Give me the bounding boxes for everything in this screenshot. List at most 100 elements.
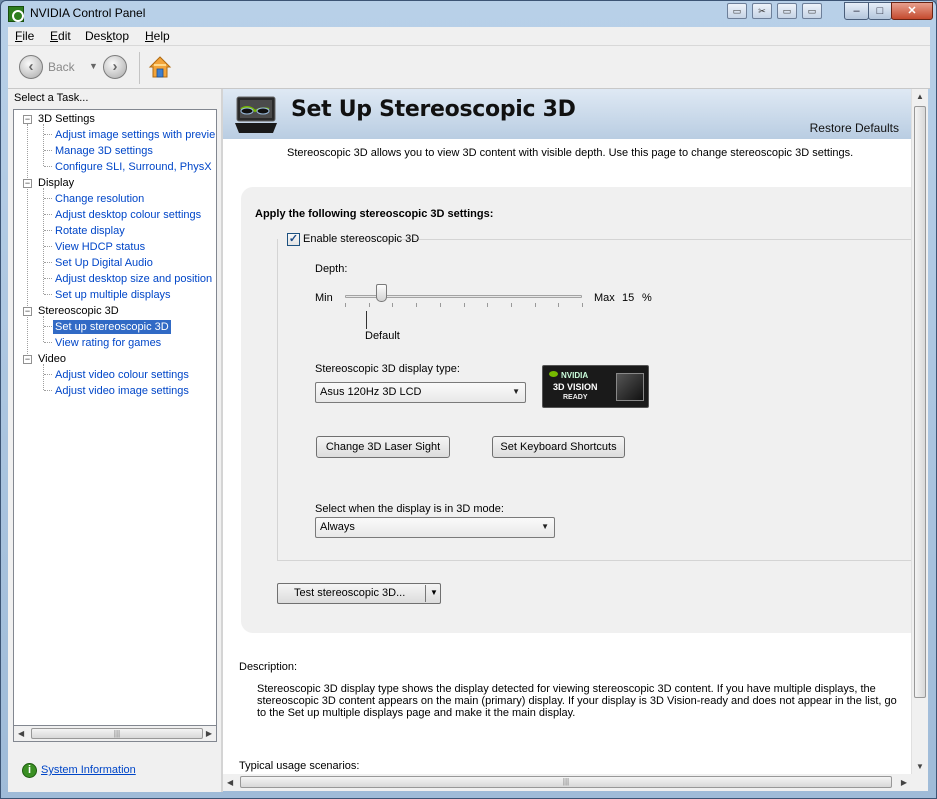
menu-file[interactable]: File [15, 29, 34, 43]
3d-mode-dropdown[interactable]: Always ▼ [315, 517, 555, 538]
vision-brand: NVIDIA [561, 371, 589, 380]
test-stereoscopic-split-button[interactable]: Test stereoscopic 3D... ▼ [277, 583, 441, 604]
3d-glasses-icon [235, 96, 277, 133]
collapse-icon[interactable]: − [23, 307, 32, 316]
task-rotate-display[interactable]: Rotate display [55, 224, 125, 238]
slider-tick [369, 303, 370, 307]
back-button-label[interactable]: Back [48, 60, 75, 74]
home-icon[interactable] [148, 55, 172, 79]
tree-connector [44, 390, 52, 391]
scroll-right-icon[interactable]: ▶ [901, 778, 907, 787]
tree-connector [44, 342, 52, 343]
settings-panel: Apply the following stereoscopic 3D sett… [241, 187, 911, 633]
tree-connector [44, 166, 52, 167]
task-adjust-image-settings[interactable]: Adjust image settings with previe [55, 128, 215, 142]
description-heading: Description: [239, 661, 298, 673]
content-horizontal-scrollbar[interactable]: ◀ ||| ▶ [223, 774, 911, 791]
task-tree: − 3D Settings Adjust image settings with… [13, 109, 217, 736]
taskbar-mini-icon[interactable]: ▭ [777, 3, 797, 19]
page-header: Set Up Stereoscopic 3D Restore Defaults [223, 89, 911, 139]
minimize-button[interactable]: – [844, 2, 869, 20]
task-video-image[interactable]: Adjust video image settings [55, 384, 189, 398]
tree-horizontal-scrollbar[interactable]: ◀ ||| ▶ [13, 725, 217, 742]
tree-connector [27, 124, 28, 360]
slider-tick [511, 303, 512, 307]
collapse-icon[interactable]: − [23, 355, 32, 364]
task-setup-stereoscopic-selected[interactable]: Set up stereoscopic 3D [53, 320, 171, 334]
window-title: NVIDIA Control Panel [30, 6, 146, 20]
taskbar-mini-icon[interactable]: ✂ [752, 3, 772, 19]
task-configure-sli[interactable]: Configure SLI, Surround, PhysX [55, 160, 212, 174]
depth-slider-thumb[interactable] [376, 284, 387, 302]
task-video-colour[interactable]: Adjust video colour settings [55, 368, 189, 382]
slider-tick [416, 303, 417, 307]
content-vertical-scrollbar[interactable]: ▲ ▼ [911, 89, 928, 774]
system-information-link[interactable]: System Information [41, 764, 136, 776]
collapse-icon[interactable]: − [23, 115, 32, 124]
back-history-dropdown[interactable]: ▼ [89, 61, 98, 71]
menu-help[interactable]: Help [145, 29, 170, 43]
task-manage-3d-settings[interactable]: Manage 3D settings [55, 144, 153, 158]
scroll-left-icon[interactable]: ◀ [227, 778, 233, 787]
task-adjust-desktop-colour[interactable]: Adjust desktop colour settings [55, 208, 201, 222]
tree-category-video[interactable]: Video [38, 352, 66, 366]
tree-connector [44, 326, 52, 327]
tree-category-3d-settings[interactable]: 3D Settings [38, 112, 95, 126]
close-button[interactable]: ✕ [891, 2, 933, 20]
change-laser-sight-button[interactable]: Change 3D Laser Sight [316, 436, 450, 458]
system-information-icon [22, 763, 37, 778]
task-digital-audio[interactable]: Set Up Digital Audio [55, 256, 153, 270]
dropdown-arrow-icon[interactable]: ▼ [430, 588, 438, 597]
settings-group-frame-top [381, 239, 911, 240]
maximize-button[interactable]: □ [868, 2, 892, 20]
slider-tick [582, 303, 583, 307]
scroll-left-icon[interactable]: ◀ [18, 729, 24, 738]
tree-category-display[interactable]: Display [38, 176, 74, 190]
task-view-rating[interactable]: View rating for games [55, 336, 161, 350]
task-multiple-displays[interactable]: Set up multiple displays [55, 288, 171, 302]
3d-mode-label: Select when the display is in 3D mode: [315, 503, 504, 515]
depth-default-label: Default [365, 330, 400, 342]
scrollbar-thumb[interactable] [914, 106, 926, 698]
scroll-up-icon[interactable]: ▲ [916, 92, 924, 101]
tree-connector [44, 294, 52, 295]
vision-status: READY [563, 394, 588, 401]
scroll-down-icon[interactable]: ▼ [916, 762, 924, 771]
menu-bar: File Edit Desktop Help [8, 27, 930, 46]
back-arrow-icon[interactable]: ‹ [19, 55, 43, 79]
slider-tick [535, 303, 536, 307]
menu-desktop[interactable]: Desktop [85, 29, 129, 43]
collapse-icon[interactable]: − [23, 179, 32, 188]
slider-tick [440, 303, 441, 307]
set-keyboard-shortcuts-button[interactable]: Set Keyboard Shortcuts [492, 436, 625, 458]
enable-stereoscopic-checkbox[interactable]: ✓ [287, 233, 300, 246]
menu-edit[interactable]: Edit [50, 29, 71, 43]
task-view-hdcp[interactable]: View HDCP status [55, 240, 145, 254]
3d-vision-ready-logo: NVIDIA 3D VISION READY [542, 365, 649, 408]
task-change-resolution[interactable]: Change resolution [55, 192, 144, 206]
tree-connector [44, 230, 52, 231]
title-bar[interactable]: NVIDIA Control Panel ▭ ✂ ▭ ▭ – □ ✕ [1, 1, 936, 27]
taskbar-mini-icon[interactable]: ▭ [802, 3, 822, 19]
scroll-right-icon[interactable]: ▶ [206, 729, 212, 738]
slider-tick [392, 303, 393, 307]
scrollbar-thumb[interactable]: ||| [240, 776, 892, 788]
tree-category-stereoscopic[interactable]: Stereoscopic 3D [38, 304, 119, 318]
taskbar-mini-icon[interactable]: ▭ [727, 3, 747, 19]
app-window: NVIDIA Control Panel ▭ ✂ ▭ ▭ – □ ✕ File … [0, 0, 937, 799]
nvidia-eye-icon [549, 371, 558, 377]
tree-connector [44, 278, 52, 279]
slider-tick [487, 303, 488, 307]
tree-connector [44, 198, 52, 199]
test-stereoscopic-label[interactable]: Test stereoscopic 3D... [294, 587, 405, 599]
restore-defaults-link[interactable]: Restore Defaults [810, 121, 899, 135]
vision-product: 3D VISION [553, 382, 598, 392]
task-desktop-size[interactable]: Adjust desktop size and position [55, 272, 212, 286]
3d-mode-value: Always [320, 521, 355, 533]
slider-tick [558, 303, 559, 307]
forward-arrow-icon[interactable]: › [103, 55, 127, 79]
enable-stereoscopic-label[interactable]: Enable stereoscopic 3D [303, 233, 419, 245]
tree-connector [44, 214, 52, 215]
display-type-dropdown[interactable]: Asus 120Hz 3D LCD ▼ [315, 382, 526, 403]
scrollbar-thumb[interactable]: ||| [31, 728, 203, 739]
